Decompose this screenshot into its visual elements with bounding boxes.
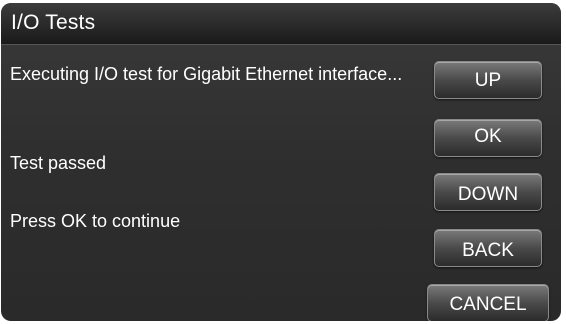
printer-front-panel: I/O Tests Executing I/O test for Gigabit…	[0, 0, 566, 324]
up-button[interactable]: UP	[434, 61, 542, 99]
cancel-button[interactable]: CANCEL	[427, 284, 549, 321]
test-result-message: Test passed	[10, 153, 107, 173]
io-tests-dialog: I/O Tests Executing I/O test for Gigabit…	[1, 3, 561, 321]
down-button[interactable]: DOWN	[434, 173, 542, 211]
page-title: I/O Tests	[11, 11, 96, 34]
ok-button[interactable]: OK	[434, 119, 542, 157]
title-bar: I/O Tests	[1, 3, 561, 45]
test-status-message: Executing I/O test for Gigabit Ethernet …	[10, 64, 403, 84]
instruction-message: Press OK to continue	[10, 211, 181, 231]
message-area: Executing I/O test for Gigabit Ethernet …	[1, 45, 421, 321]
back-button[interactable]: BACK	[434, 229, 542, 267]
